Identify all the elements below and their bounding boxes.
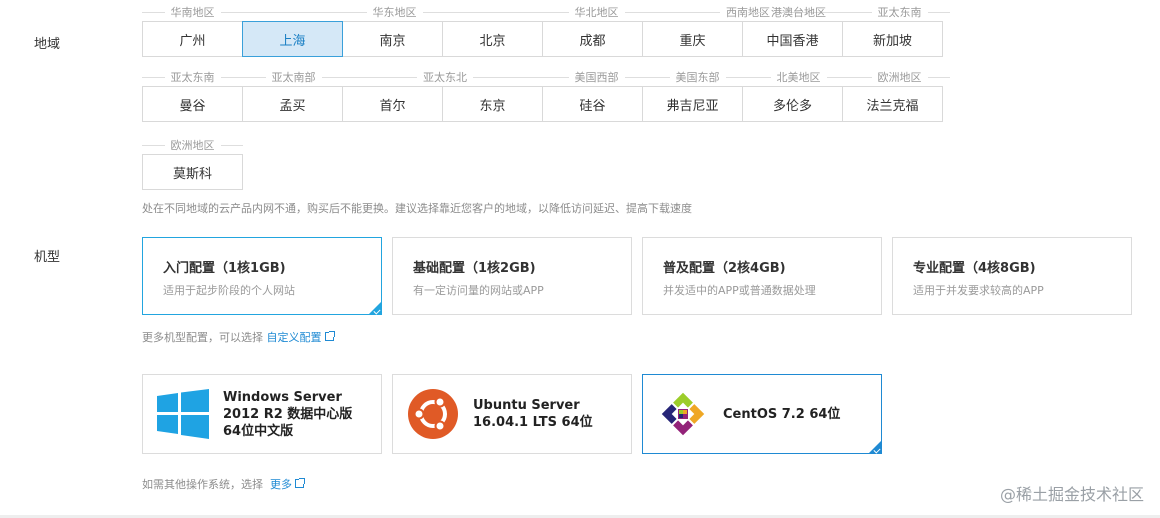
region-header: 亚太东南 [849,3,950,21]
region-row-1-headers: 华南地区 华东地区 华北地区 西南地区 港澳台地区 亚太东南 [142,3,950,21]
region-button-singapore[interactable]: 新加坡 [842,21,943,57]
os-name: Ubuntu Server 16.04.1 LTS 64位 [473,398,593,430]
region-button-silicon-valley[interactable]: 硅谷 [542,86,643,122]
os-card-centos[interactable]: CentOS 7.2 64位 [642,374,882,454]
os-name: Windows Server 2012 R2 数据中心版 64位中文版 [223,389,353,439]
region-button-bangkok[interactable]: 曼谷 [142,86,243,122]
region-header: 华北地区 [546,3,647,21]
ubuntu-icon [407,388,459,440]
spec-desc: 适用于并发要求较高的APP [913,284,1044,297]
os-card-windows[interactable]: Windows Server 2012 R2 数据中心版 64位中文版 [142,374,382,454]
selected-check-icon [369,302,381,314]
region-row-2-headers: 亚太东南 亚太南部 亚太东北 美国西部 美国东部 北美地区 欧洲地区 [142,68,950,86]
region-row-3-headers: 欧洲地区 [142,136,950,154]
region-row-1: 华南地区 华东地区 华北地区 西南地区 港澳台地区 亚太东南 广州 上海 南京 … [142,3,950,57]
region-label: 地域 [34,37,61,52]
region-hint: 处在不同地域的云产品内网不通，购买后不能更换。建议选择靠近您客户的地域，以降低访… [142,202,692,215]
watermark: @稀土掘金技术社区 [999,485,1144,504]
spec-title: 专业配置（4核8GB) [913,261,1036,276]
region-header: 美国西部 [546,68,647,86]
region-button-hongkong[interactable]: 中国香港 [742,21,843,57]
spec-title: 入门配置（1核1GB) [163,261,286,276]
region-button-guangzhou[interactable]: 广州 [142,21,243,57]
region-header: 亚太东北 [344,68,546,86]
spec-card-popular[interactable]: 普及配置（2核4GB) 并发适中的APP或普通数据处理 [642,237,882,315]
spec-title: 基础配置（1核2GB) [413,261,536,276]
os-card-ubuntu[interactable]: Ubuntu Server 16.04.1 LTS 64位 [392,374,632,454]
region-button-shanghai[interactable]: 上海 [242,21,343,57]
region-button-toronto[interactable]: 多伦多 [742,86,843,122]
spec-desc: 适用于起步阶段的个人网站 [163,284,295,297]
os-hint: 如需其他操作系统，选择 更多 [142,476,305,492]
spec-title: 普及配置（2核4GB) [663,261,786,276]
region-row-2: 亚太东南 亚太南部 亚太东北 美国西部 美国东部 北美地区 欧洲地区 曼谷 孟买… [142,68,950,122]
region-button-beijing[interactable]: 北京 [442,21,543,57]
external-link-icon [295,478,305,488]
spec-desc: 有一定访问量的网站或APP [413,284,544,297]
region-header: 欧洲地区 [849,68,950,86]
region-button-moscow[interactable]: 莫斯科 [142,154,243,190]
region-header: 华南地区 [142,3,243,21]
region-row-3: 欧洲地区 莫斯科 [142,136,950,190]
region-header: 亚太东南 [142,68,243,86]
region-header: 美国东部 [647,68,748,86]
windows-icon [157,388,209,440]
region-button-frankfurt[interactable]: 法兰克福 [842,86,943,122]
selected-check-icon [869,441,881,453]
region-header: 华东地区 [243,3,546,21]
centos-icon [657,388,709,440]
spec-card-basic[interactable]: 基础配置（1核2GB) 有一定访问量的网站或APP [392,237,632,315]
region-header: 欧洲地区 [142,136,243,154]
custom-config-link[interactable]: 自定义配置 [267,331,335,344]
region-button-chengdu[interactable]: 成都 [542,21,643,57]
spec-card-pro[interactable]: 专业配置（4核8GB) 适用于并发要求较高的APP [892,237,1132,315]
spec-hint: 更多机型配置，可以选择 自定义配置 [142,329,335,345]
spec-card-entry[interactable]: 入门配置（1核1GB) 适用于起步阶段的个人网站 [142,237,382,315]
region-button-tokyo[interactable]: 东京 [442,86,543,122]
spec-label: 机型 [34,250,61,265]
external-link-icon [324,331,335,341]
region-header: 港澳台地区 [748,3,849,21]
region-header: 北美地区 [748,68,849,86]
region-button-mumbai[interactable]: 孟买 [242,86,343,122]
region-button-seoul[interactable]: 首尔 [342,86,443,122]
os-name: CentOS 7.2 64位 [723,406,841,422]
region-button-chongqing[interactable]: 重庆 [642,21,743,57]
region-button-virginia[interactable]: 弗吉尼亚 [642,86,743,122]
region-button-nanjing[interactable]: 南京 [342,21,443,57]
more-os-link[interactable]: 更多 [267,478,305,491]
region-header: 亚太南部 [243,68,344,86]
spec-desc: 并发适中的APP或普通数据处理 [663,284,816,297]
